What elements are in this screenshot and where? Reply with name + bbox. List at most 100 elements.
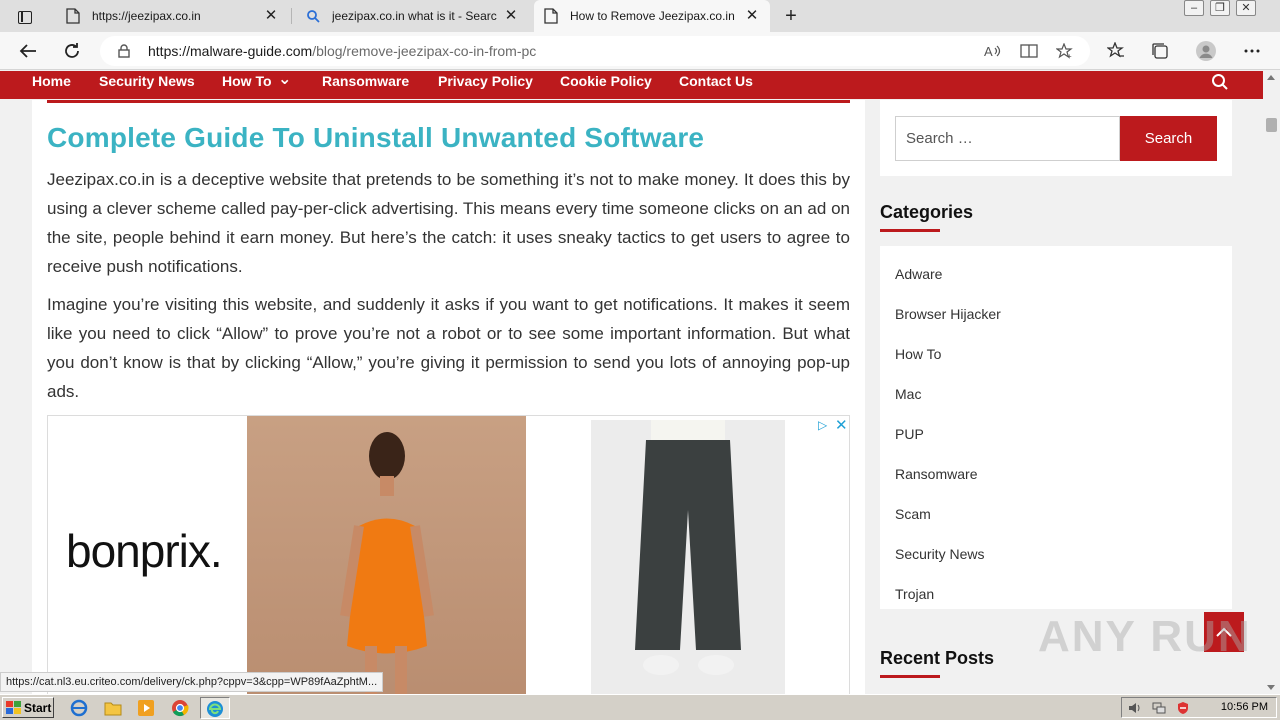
url-path: /blog/remove-jeezipax-co-in-from-pc [312,43,537,59]
url-text[interactable]: https://malware-guide.com/blog/remove-je… [148,43,536,59]
tab-separator [291,8,292,24]
trousers-image [635,420,741,675]
article-content: Complete Guide To Uninstall Unwanted Sof… [32,100,865,694]
close-icon[interactable]: ✕ [263,8,279,24]
favorites-icon[interactable] [1106,41,1126,61]
media-player-icon[interactable] [137,699,155,717]
tab-strip: https://jeezipax.co.in ✕ jeezipax.co.in … [0,0,1280,32]
site-navigation: Home Security News How To ⌄ Ransomware P… [0,71,1263,99]
page-icon [544,8,558,24]
page-scrollbar[interactable] [1263,71,1280,694]
close-icon[interactable]: ✕ [744,8,760,24]
tab-actions-icon[interactable] [8,6,42,28]
nav-security-news[interactable]: Security News [99,73,195,89]
category-link-mac[interactable]: Mac [895,386,921,402]
category-link-scam[interactable]: Scam [895,506,931,522]
start-button[interactable]: Start [2,697,54,718]
read-aloud-icon[interactable]: A [984,43,1002,59]
tab-title: https://jeezipax.co.in [92,9,201,23]
category-link-ransomware[interactable]: Ransomware [895,466,977,482]
close-window-button[interactable]: ✕ [1236,0,1256,16]
address-bar[interactable]: https://malware-guide.com/blog/remove-je… [100,36,1090,66]
close-icon[interactable]: ✕ [835,416,848,434]
refresh-button[interactable] [60,39,84,63]
category-link-adware[interactable]: Adware [895,266,942,282]
page-icon [66,8,80,24]
article-paragraph: Jeezipax.co.in is a deceptive website th… [47,170,850,276]
advertisement-banner[interactable]: bonprix. ▷ ✕ [47,415,850,694]
windows-logo-icon [6,700,21,714]
category-link-how-to[interactable]: How To [895,346,941,362]
category-link-security-news[interactable]: Security News [895,546,984,562]
nav-cookie-policy[interactable]: Cookie Policy [560,73,652,89]
scroll-down-icon[interactable] [1267,685,1275,690]
back-arrow-icon [19,44,36,58]
ad-image-trousers[interactable] [591,420,785,694]
chevron-down-icon[interactable]: ⌄ [278,71,291,89]
browser-toolbar: https://malware-guide.com/blog/remove-je… [0,32,1280,70]
page-viewport: Home Security News How To ⌄ Ransomware P… [0,71,1263,694]
nav-ransomware[interactable]: Ransomware [322,73,409,89]
edge-icon [207,701,223,717]
category-link-pup[interactable]: PUP [895,426,924,442]
article-heading: Complete Guide To Uninstall Unwanted Sof… [47,122,705,153]
collections-icon[interactable] [1150,41,1170,61]
nav-contact-us[interactable]: Contact Us [679,73,753,89]
adchoices-icon[interactable]: ▷ [818,418,827,432]
svg-text:A: A [984,44,993,59]
categories-title: Categories [880,202,974,222]
tab-search[interactable]: jeezipax.co.in what is it - Search ✕ [296,0,529,32]
add-favorite-icon[interactable]: + [1056,43,1074,59]
edge-taskbar-button[interactable] [200,697,230,719]
title-underline [880,229,940,232]
taskbar-clock: 10:56 PM [1220,701,1268,713]
nav-privacy-policy[interactable]: Privacy Policy [438,73,533,89]
ad-image-dress[interactable] [247,416,526,694]
more-options-icon[interactable] [1242,41,1262,61]
recent-posts-title: Recent Posts [880,648,995,668]
category-link-browser-hijacker[interactable]: Browser Hijacker [895,306,1001,322]
close-icon[interactable]: ✕ [503,8,519,24]
svg-text:+: + [1067,52,1072,59]
tab-active-article[interactable]: How to Remove Jeezipax.co.in f ✕ [534,0,770,32]
profile-avatar-icon[interactable] [1196,41,1216,61]
start-label: Start [24,700,52,715]
ad-brand-logo[interactable]: bonprix. [66,524,223,578]
refresh-icon [65,43,79,58]
category-link-trojan[interactable]: Trojan [895,586,934,602]
restore-button[interactable]: ❐ [1210,0,1230,16]
window-controls: – ❐ ✕ [1178,0,1256,18]
tab-title: jeezipax.co.in what is it - Search [332,9,497,23]
model-dress-image [340,432,434,694]
scroll-up-icon[interactable] [1267,75,1275,80]
title-underline [880,675,940,678]
search-input[interactable] [896,117,1119,160]
minimize-button[interactable]: – [1184,0,1204,16]
lock-icon[interactable] [118,44,130,58]
internet-explorer-icon[interactable] [70,699,88,717]
anyrun-watermark: ANY RUN [1038,612,1252,661]
chrome-icon[interactable] [171,699,189,717]
new-tab-button[interactable]: + [780,6,802,26]
search-icon [307,10,320,23]
file-explorer-icon[interactable] [104,699,122,717]
network-icon[interactable] [1152,701,1166,715]
url-host: https://malware-guide.com [148,43,313,59]
nav-how-to[interactable]: How To [222,73,272,89]
title-divider [47,100,850,103]
sidebar-search-field[interactable] [895,116,1120,161]
status-bar-link: https://cat.nl3.eu.criteo.com/delivery/c… [0,672,384,692]
scrollbar-thumb[interactable] [1266,118,1277,132]
search-icon[interactable] [1211,73,1229,91]
volume-icon[interactable] [1128,701,1142,715]
system-tray: 10:56 PM [1121,697,1277,718]
back-button[interactable] [16,39,40,63]
immersive-reader-icon[interactable] [1020,43,1038,59]
tab-title: How to Remove Jeezipax.co.in f [570,9,738,23]
security-shield-icon[interactable] [1176,701,1190,715]
search-button[interactable]: Search [1120,116,1217,161]
article-paragraph: Imagine you’re visiting this website, an… [47,295,850,401]
nav-home[interactable]: Home [32,73,71,89]
windows-taskbar: Start 10:56 PM [0,694,1280,720]
tab-jeezipax[interactable]: https://jeezipax.co.in ✕ [56,0,289,32]
